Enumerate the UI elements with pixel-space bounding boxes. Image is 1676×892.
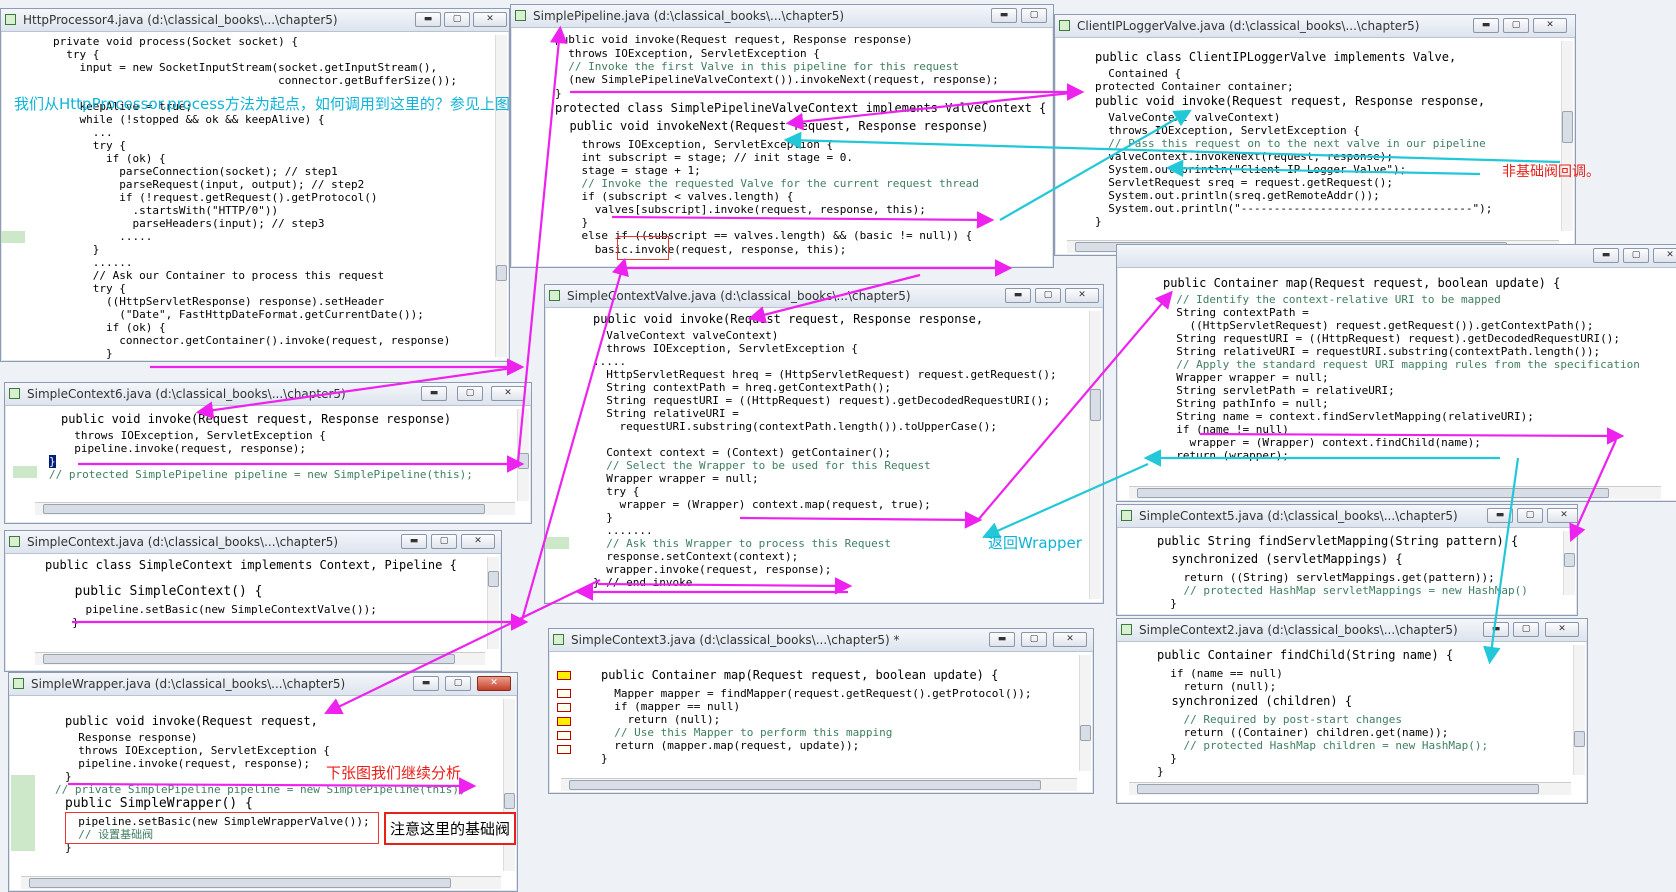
arrow-context-map [739, 511, 983, 529]
arrow-to-wrapper-invoke [324, 579, 601, 715]
annotation-nonbasic-callback: 非基础阀回调。 [1502, 164, 1600, 180]
arrow-to-contextvalve [747, 273, 921, 324]
arrow-findchild [1483, 457, 1520, 665]
arrow-to-pipeline [516, 25, 568, 463]
arrow-to-return-label [981, 462, 1149, 539]
call-flow-arrows [67, 25, 1625, 795]
arrow-wrapper-invoke [597, 577, 853, 595]
annotation-return-wrapper: 返回Wrapper [988, 534, 1082, 552]
arrow-to-context-invoke [195, 365, 521, 419]
arrow-callback-line [1165, 159, 1481, 178]
arrow-to-findservletmapping [1569, 439, 1618, 543]
arrow-valves-invoke [611, 211, 995, 229]
annotation-start: 我们从HttpProcessor.process方法为起点，如何调用到这里的？参… [14, 95, 510, 113]
arrow-to-invokenext [785, 90, 1081, 131]
arrow-to-clientip [999, 109, 1192, 221]
annotation-next: 下张图我们继续分析 [326, 764, 462, 782]
arrow-to-basic [520, 257, 629, 621]
annotation-basic-valve: 注意这里的基础阀 [384, 812, 517, 845]
arrow-wrapper-pipeline [67, 777, 477, 795]
arrow-nonbasic-callback [783, 131, 1561, 164]
arrow-to-mapper [977, 290, 1173, 521]
arrow-findservletmapping [1199, 427, 1625, 445]
